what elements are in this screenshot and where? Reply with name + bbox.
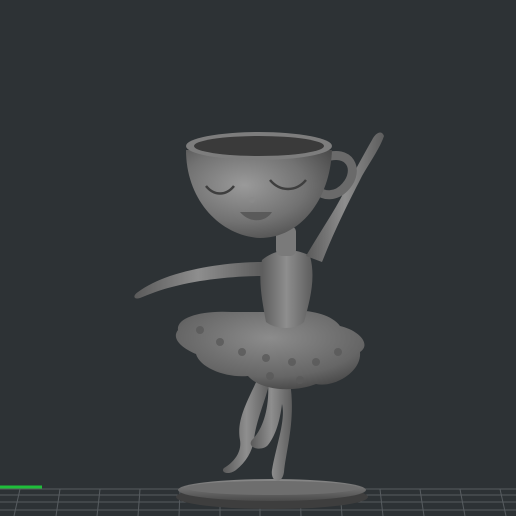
bodice bbox=[260, 250, 313, 328]
3d-viewport[interactable] bbox=[0, 0, 516, 516]
base-surface bbox=[186, 481, 358, 495]
viewport-canvas[interactable] bbox=[0, 0, 516, 516]
nose bbox=[249, 197, 255, 203]
cup-opening bbox=[194, 136, 324, 156]
